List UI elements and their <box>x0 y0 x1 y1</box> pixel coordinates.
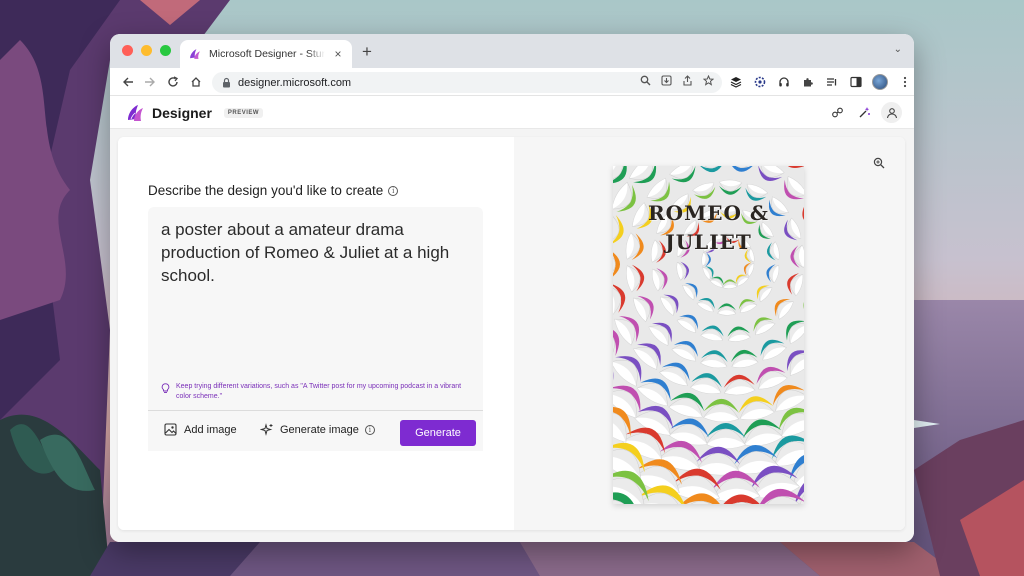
info-icon[interactable]: i <box>388 185 399 196</box>
address-bar[interactable]: designer.microsoft.com <box>212 72 722 93</box>
gear-extension-icon[interactable] <box>752 75 767 90</box>
prompt-heading-text: Describe the design you'd like to create <box>148 183 384 198</box>
new-tab-button[interactable]: + <box>362 42 372 62</box>
tab-search-chevron-down-icon[interactable]: ⌄ <box>894 44 902 55</box>
zoom-icon[interactable] <box>873 157 885 169</box>
home-icon[interactable] <box>188 74 204 90</box>
tab-designer[interactable]: Microsoft Designer - Stunning designs in… <box>180 40 352 68</box>
close-window-button[interactable] <box>122 45 133 56</box>
window-controls <box>122 45 171 56</box>
design-card: Describe the design you'd like to create… <box>118 137 905 530</box>
sparkle-icon <box>260 423 273 436</box>
minimize-window-button[interactable] <box>141 45 152 56</box>
reload-icon[interactable] <box>165 74 181 90</box>
prompt-text[interactable]: a poster about a amateur drama productio… <box>161 218 479 287</box>
browser-toolbar: designer.microsoft.com <box>110 68 914 96</box>
tab-title: Microsoft Designer - Stunning designs in… <box>209 48 325 60</box>
generate-button[interactable]: Generate <box>400 420 476 446</box>
headphones-extension-icon[interactable] <box>776 75 791 90</box>
generate-image-label: Generate image <box>280 423 359 436</box>
tab-strip: Microsoft Designer - Stunning designs in… <box>110 34 914 68</box>
designer-brand[interactable]: Designer PREVIEW <box>126 103 264 123</box>
prompt-actions: Add image Generate image i Generate <box>148 411 483 451</box>
add-image-label: Add image <box>184 423 237 436</box>
back-arrow-icon[interactable] <box>120 74 136 90</box>
lightbulb-icon <box>161 383 170 393</box>
bookmark-star-icon[interactable] <box>702 74 715 89</box>
prompt-heading: Describe the design you'd like to create… <box>148 183 399 198</box>
header-actions <box>827 102 902 123</box>
generated-poster[interactable]: ROMEO & JULIET <box>613 166 804 504</box>
add-image-button[interactable]: Add image <box>164 423 237 436</box>
hint-text: Keep trying different variations, such a… <box>176 383 462 400</box>
app-name: Designer <box>152 105 212 121</box>
designer-logo-icon <box>128 105 143 121</box>
image-icon <box>164 423 177 436</box>
magic-designs-icon[interactable] <box>854 102 875 123</box>
puzzle-extensions-icon[interactable] <box>800 75 815 90</box>
tab-close-icon[interactable]: × <box>332 47 344 61</box>
generate-image-button[interactable]: Generate image i <box>260 423 375 436</box>
url-text: designer.microsoft.com <box>238 76 352 89</box>
poster-title: ROMEO & JULIET <box>648 201 769 254</box>
designer-header: Designer PREVIEW <box>110 96 914 129</box>
address-bar-actions <box>640 74 715 89</box>
main-content: Describe the design you'd like to create… <box>110 129 914 542</box>
media-playlist-icon[interactable] <box>824 75 839 90</box>
browser-menu-icon[interactable] <box>897 75 912 90</box>
prompt-hint: Keep trying different variations, such a… <box>161 382 473 402</box>
browser-window: Microsoft Designer - Stunning designs in… <box>110 34 914 542</box>
info-icon[interactable]: i <box>364 424 375 435</box>
lock-icon <box>223 77 230 88</box>
account-avatar-icon[interactable] <box>881 102 902 123</box>
preview-panel: ROMEO & JULIET <box>514 137 905 530</box>
install-app-icon[interactable] <box>661 75 672 89</box>
extension-icons <box>728 74 912 90</box>
prompt-panel: Describe the design you'd like to create… <box>118 137 514 530</box>
designer-logo-icon <box>190 49 200 59</box>
search-icon[interactable] <box>640 75 651 89</box>
layers-extension-icon[interactable] <box>728 75 743 90</box>
profile-avatar[interactable] <box>872 74 888 90</box>
preview-badge: PREVIEW <box>223 108 264 118</box>
share-icon[interactable] <box>682 75 693 89</box>
share-people-icon[interactable] <box>827 102 848 123</box>
zoom-window-button[interactable] <box>160 45 171 56</box>
forward-arrow-icon[interactable] <box>142 74 158 90</box>
side-panel-icon[interactable] <box>848 75 863 90</box>
